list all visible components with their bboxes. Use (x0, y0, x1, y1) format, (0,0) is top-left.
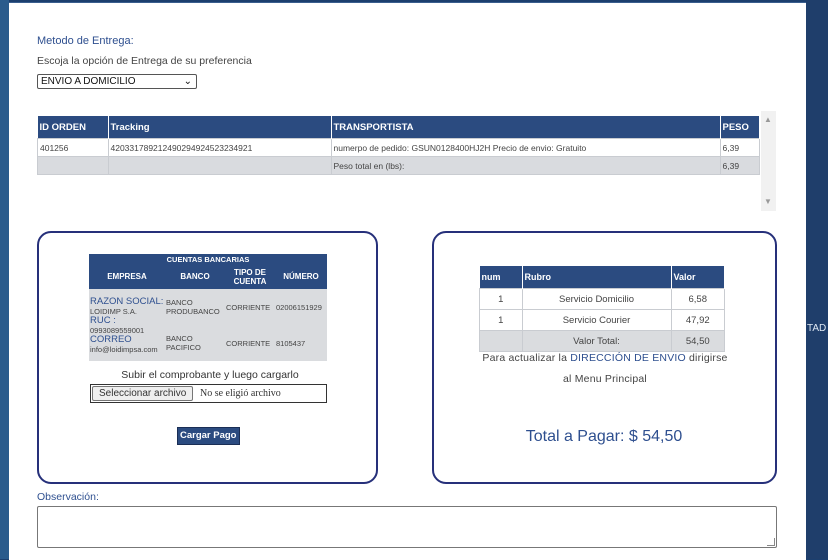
col-tracking: Tracking (108, 116, 332, 139)
order-carrier: numerpo de pedido: GSUN0128400HJ2H Preci… (330, 138, 721, 157)
orders-total-row: Peso total en (lbs): 6,39 (37, 156, 760, 175)
orders-scrollbar[interactable]: ▲ ▼ (761, 111, 776, 211)
delivery-heading: Metodo de Entrega: (37, 35, 134, 47)
order-tracking: 420331789212490294924523234921 (107, 138, 332, 157)
order-id: 401256 (37, 138, 109, 157)
shipping-address-link[interactable]: DIRECCIÓN DE ENVIO (570, 352, 686, 364)
order-weight: 6,39 (719, 138, 760, 157)
col-numero: NÚMERO (275, 264, 327, 289)
bank-accounts-table: CUENTAS BANCARIAS EMPRESA BANCO TIPO DE … (89, 254, 327, 361)
chevron-down-icon: ⌄ (183, 76, 192, 87)
razon-social-label: RAZON SOCIAL: (90, 295, 164, 307)
address-note-prefix: Para actualizar la (482, 352, 568, 364)
item-rubro: Servicio Courier (521, 309, 672, 331)
total-weight-label: Peso total en (lbs): (330, 156, 721, 175)
ruc-label: RUC : (90, 314, 116, 326)
table-row: 1 Servicio Domicilio 6,58 (479, 288, 725, 310)
delivery-method-value: ENVIO A DOMICILIO (41, 76, 136, 87)
background-right-strip (806, 0, 828, 559)
bank-name: BANCO PRODUBANCO (165, 289, 225, 325)
item-num: 1 (479, 288, 523, 310)
account-type: CORRIENTE (225, 289, 275, 325)
item-rubro: Servicio Domicilio (521, 288, 672, 310)
scroll-up-icon[interactable]: ▲ (764, 115, 772, 124)
item-num: 1 (479, 309, 523, 331)
col-peso: PESO (720, 116, 760, 139)
delivery-instruction: Escoja la opción de Entrega de su prefer… (37, 55, 252, 67)
col-banco: BANCO (165, 264, 225, 289)
table-row: RAZON SOCIAL: LOIDIMP S.A. RUC : 0993089… (89, 289, 327, 361)
col-rubro: Rubro (522, 266, 672, 289)
modal-dialog: Metodo de Entrega: Escoja la opción de E… (9, 2, 806, 560)
account-number: 02006151929 (275, 289, 327, 325)
col-num: num (479, 266, 523, 289)
orders-header-row: ID ORDEN Tracking TRANSPORTISTA PESO (37, 116, 760, 139)
resize-grip-icon[interactable] (767, 538, 775, 546)
file-input[interactable]: Seleccionar archivo No se eligió archivo (90, 384, 327, 403)
account-number: 8105437 (275, 325, 327, 361)
item-valor: 6,58 (670, 288, 725, 310)
col-id-orden: ID ORDEN (37, 116, 109, 139)
address-note-line2: al Menu Principal (563, 373, 647, 385)
table-row: 1 Servicio Courier 47,92 (479, 309, 725, 331)
company-info: RAZON SOCIAL: LOIDIMP S.A. RUC : 0993089… (89, 289, 165, 361)
address-note-suffix: dirigirse (689, 352, 728, 364)
bank-table-title: CUENTAS BANCARIAS (89, 254, 327, 264)
upload-instruction: Subir el comprobante y luego cargarlo (121, 369, 299, 381)
scroll-down-icon[interactable]: ▼ (764, 197, 772, 206)
delivery-method-select[interactable]: ENVIO A DOMICILIO ⌄ (37, 74, 197, 89)
col-valor: Valor (671, 266, 725, 289)
background-text: TAD (807, 323, 827, 334)
item-valor: 47,92 (670, 309, 725, 331)
total-weight-value: 6,39 (719, 156, 760, 175)
upload-payment-button[interactable]: Cargar Pago (177, 427, 240, 445)
total-value: 54,50 (670, 330, 725, 352)
choose-file-button[interactable]: Seleccionar archivo (92, 386, 194, 401)
bank-name: BANCO PACIFICO (165, 325, 225, 361)
file-status: No se eligió archivo (200, 388, 281, 399)
address-note: Para actualizar la DIRECCIÓN DE ENVIO di… (440, 352, 770, 364)
total-label: Valor Total: (521, 330, 672, 352)
col-empresa: EMPRESA (89, 264, 165, 289)
total-to-pay: Total a Pagar: $ 54,50 (525, 428, 683, 445)
observation-textarea[interactable] (37, 506, 777, 548)
background-left-strip (0, 0, 9, 559)
observation-label: Observación: (37, 491, 99, 503)
summary-total-row: Valor Total: 54,50 (479, 330, 725, 352)
col-transportista: TRANSPORTISTA (331, 116, 721, 139)
correo-label: CORREO (90, 333, 132, 345)
correo-value: info@loidimpsa.com (90, 344, 158, 354)
col-tipo-cuenta: TIPO DE CUENTA (225, 264, 275, 289)
table-row: 401256 420331789212490294924523234921 nu… (37, 138, 760, 157)
orders-table: ID ORDEN Tracking TRANSPORTISTA PESO 401… (37, 116, 760, 175)
account-type: CORRIENTE (225, 325, 275, 361)
summary-table: num Rubro Valor 1 Servicio Domicilio 6,5… (479, 266, 725, 352)
